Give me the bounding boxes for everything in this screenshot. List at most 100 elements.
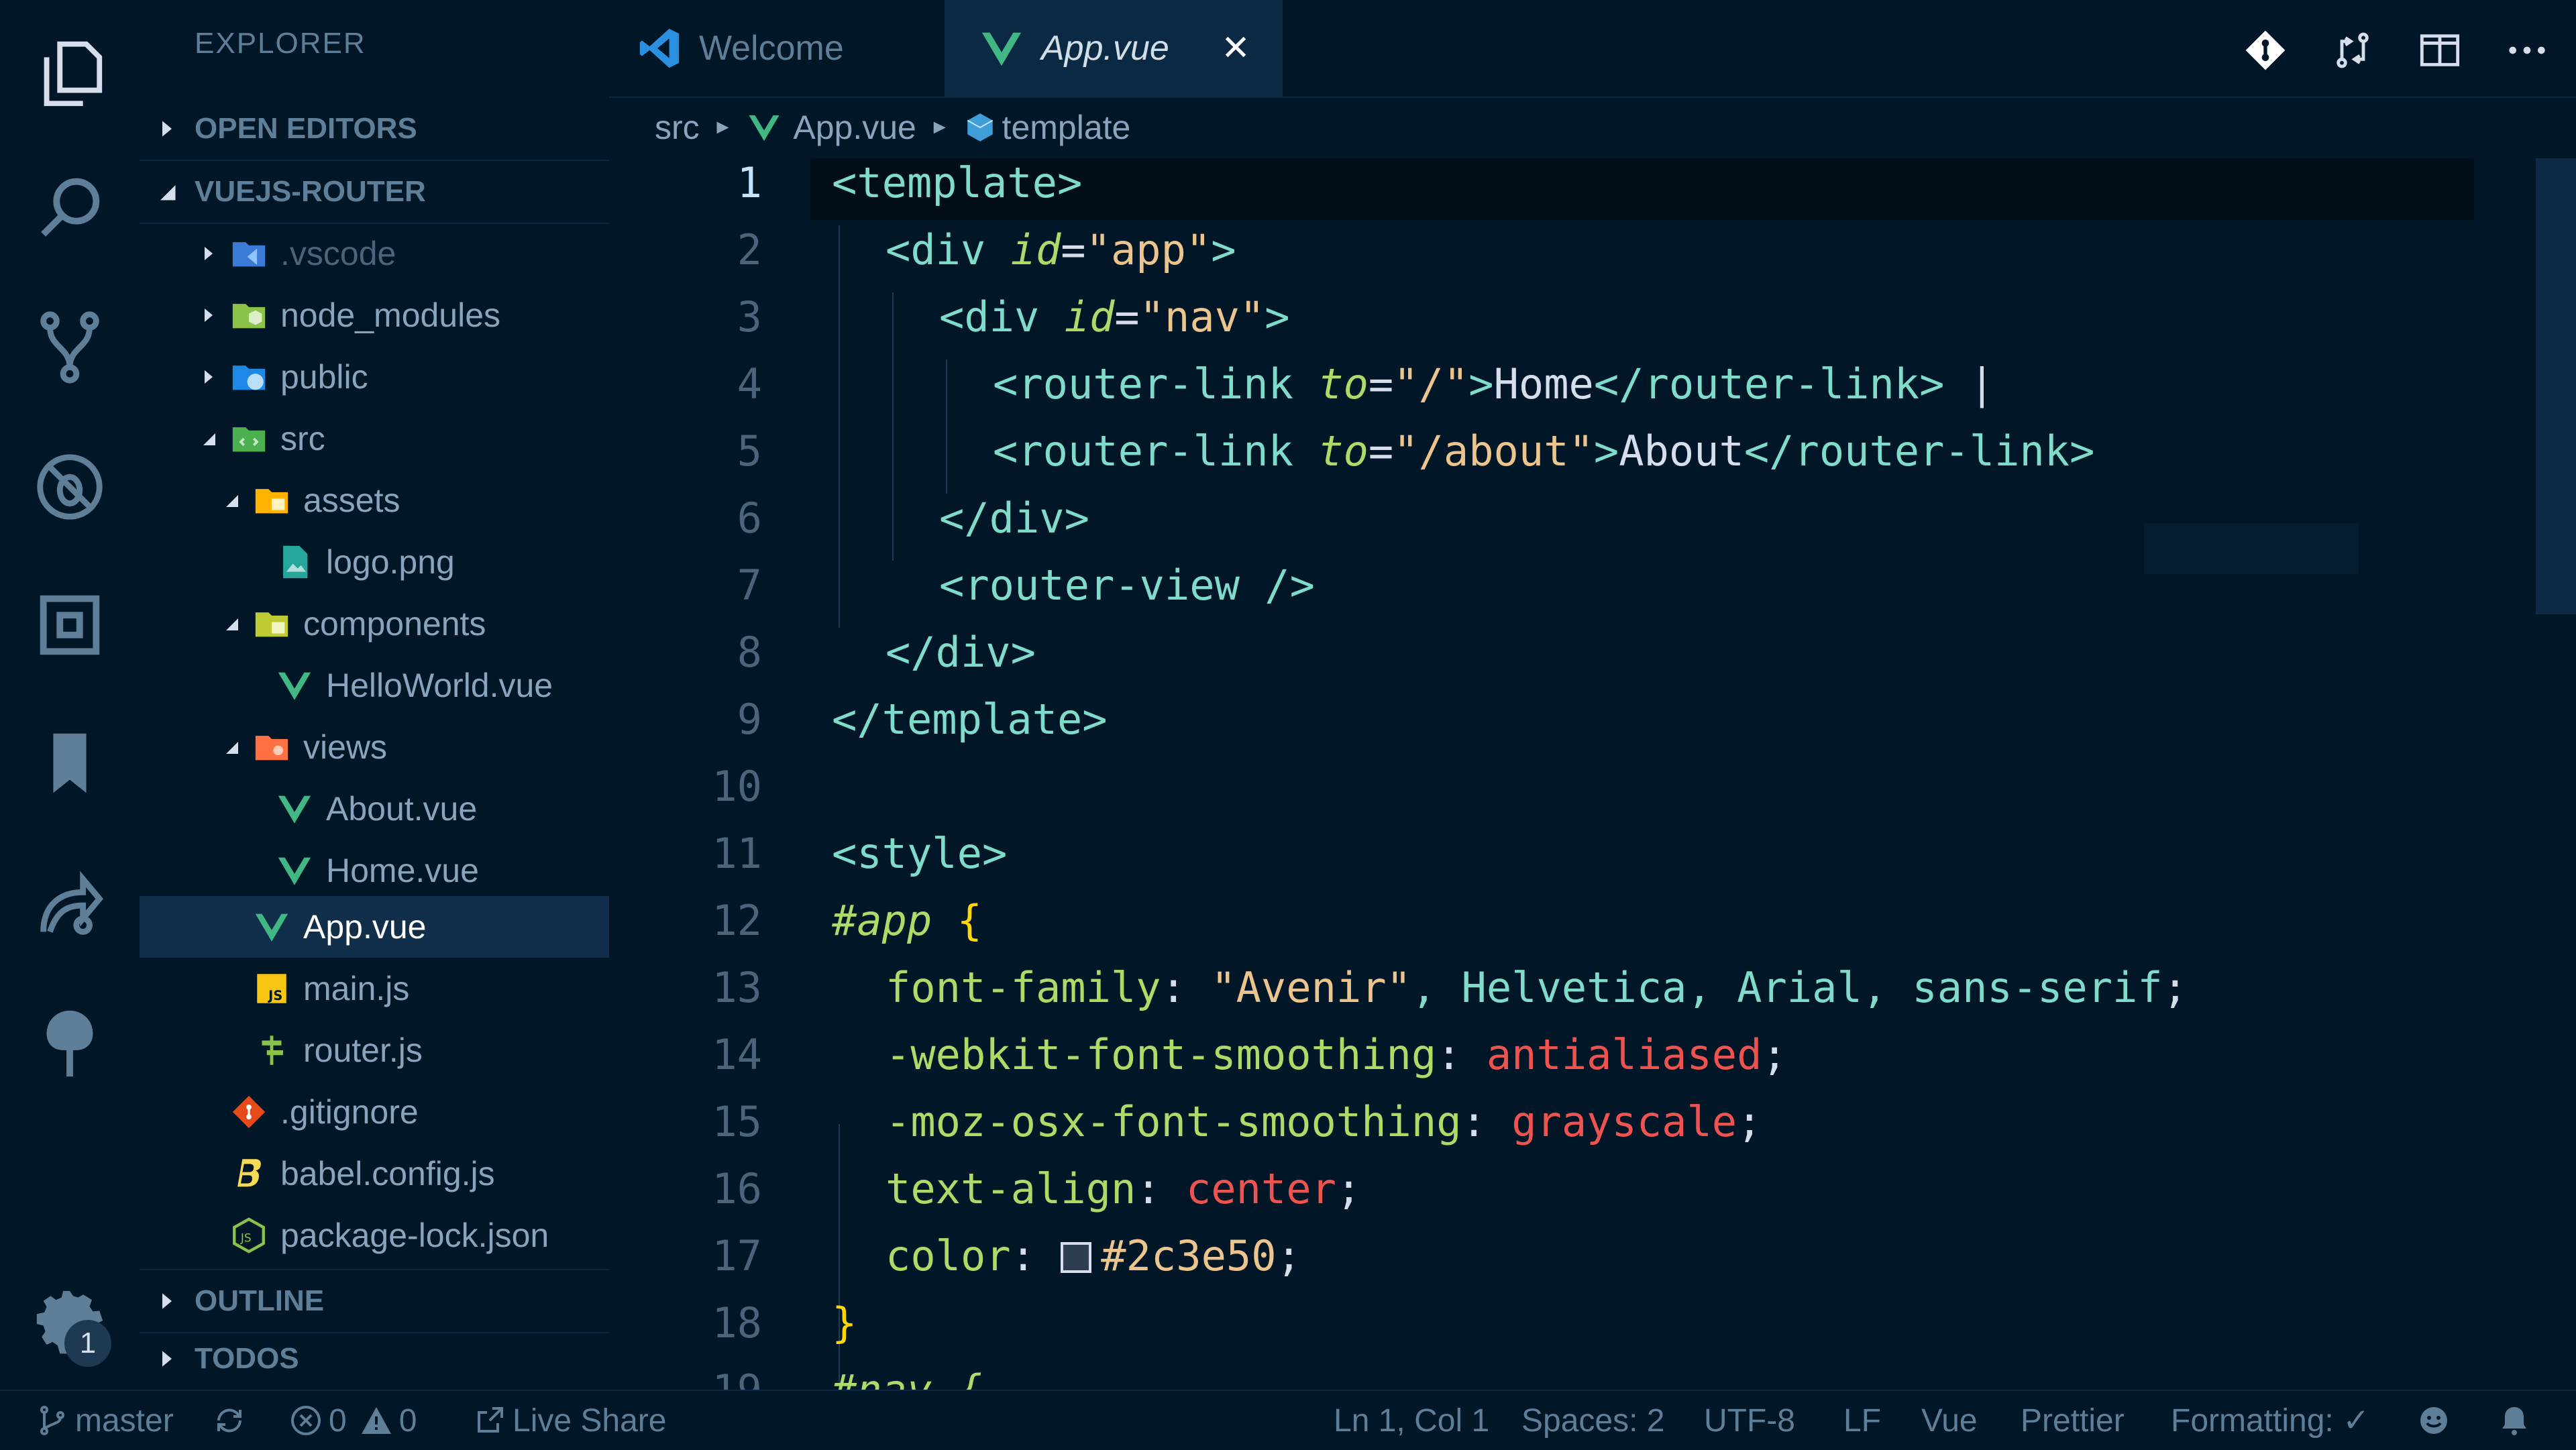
- breadcrumb-src[interactable]: src: [655, 108, 700, 147]
- code-line: }: [832, 1298, 857, 1347]
- tab-welcome[interactable]: Welcome: [636, 0, 951, 97]
- tab-app-vue[interactable]: App.vue ✕: [945, 0, 1283, 97]
- indent-guide: [946, 359, 947, 494]
- tree-item-assets[interactable]: assets: [140, 469, 690, 531]
- tree-item-src[interactable]: src: [140, 408, 667, 469]
- vue-file-icon: [275, 666, 314, 705]
- editor-scrollbar[interactable]: [2536, 158, 2576, 614]
- breadcrumb-symbol[interactable]: template: [1002, 108, 1131, 147]
- color-swatch[interactable]: [1061, 1242, 1092, 1273]
- live-share-label: Live Share: [513, 1402, 667, 1439]
- tree-item-label: App.vue: [303, 908, 427, 946]
- tree-item-vscode[interactable]: .vscode: [140, 223, 667, 284]
- line-number: 7: [737, 561, 762, 610]
- chevron-right-icon: ►: [712, 116, 733, 138]
- vue-file-icon: [749, 115, 780, 142]
- tree-item-label: babel.config.js: [280, 1155, 495, 1192]
- indent-guide: [839, 225, 840, 628]
- live-share-icon: [478, 1407, 503, 1433]
- tree-item-label: .gitignore: [280, 1093, 419, 1131]
- activity-bar: [0, 0, 140, 1390]
- breadcrumb: src ► App.vue ► template: [609, 98, 2555, 157]
- code-line: -webkit-font-smoothing: antialiased;: [885, 1030, 1787, 1079]
- tree-icon[interactable]: [23, 997, 117, 1091]
- code-line: <style>: [832, 829, 1008, 878]
- live-share-button[interactable]: Live Share: [474, 1391, 666, 1450]
- debug-icon[interactable]: [23, 440, 117, 534]
- encoding[interactable]: UTF-8: [1704, 1391, 1795, 1450]
- line-number: 2: [737, 225, 762, 274]
- code-editor[interactable]: 1 2 3 4 5 6 7 8 9 10 11 12 13 14 15 16 1…: [609, 158, 2534, 1390]
- live-share-icon[interactable]: [23, 858, 117, 952]
- indent-guide: [839, 1124, 840, 1390]
- line-number: 13: [712, 963, 762, 1012]
- line-number: 5: [737, 427, 762, 476]
- chevron-right-icon: [197, 242, 220, 265]
- node-folder-icon: [229, 296, 268, 335]
- language-mode[interactable]: Vue: [1921, 1391, 1978, 1450]
- chevron-right-icon: [197, 366, 220, 388]
- vue-file-icon: [275, 789, 314, 828]
- extensions-icon[interactable]: [23, 578, 117, 672]
- chevron-down-icon: [220, 489, 243, 512]
- tree-item-public[interactable]: public: [140, 346, 667, 408]
- bookmarks-icon[interactable]: [23, 716, 117, 810]
- line-ending[interactable]: LF: [1843, 1391, 1881, 1450]
- tree-item-label: main.js: [303, 970, 410, 1007]
- code-line: color: #2c3e50;: [885, 1231, 1301, 1280]
- tree-item-label: .vscode: [280, 235, 396, 272]
- formatting-status[interactable]: Formatting: ✓: [2171, 1391, 2369, 1450]
- router-file-icon: [252, 1031, 291, 1070]
- sync-button[interactable]: [213, 1391, 252, 1450]
- chevron-down-icon: [220, 736, 243, 759]
- prettier-status[interactable]: Prettier: [2021, 1391, 2125, 1450]
- line-number: 14: [712, 1030, 762, 1079]
- code-line: <router-link to="/">Home</router-link> |: [993, 359, 1995, 408]
- assets-folder-icon: [252, 481, 291, 520]
- compare-changes-icon[interactable]: [2329, 27, 2376, 74]
- image-file-icon: [275, 543, 314, 581]
- split-editor-icon[interactable]: [2416, 27, 2463, 74]
- components-folder-icon: [252, 604, 291, 643]
- cursor-position[interactable]: Ln 1, Col 1: [1334, 1391, 1489, 1450]
- symbol-icon: [967, 113, 993, 142]
- vue-file-icon: [981, 32, 1022, 66]
- close-icon[interactable]: ✕: [1217, 30, 1254, 67]
- indentation[interactable]: Spaces: 2: [1521, 1391, 1664, 1450]
- line-number: 19: [609, 1365, 762, 1390]
- tree-item-label: components: [303, 605, 486, 643]
- outline-header[interactable]: OUTLINE: [140, 1269, 609, 1333]
- todos-header[interactable]: TODOS: [140, 1328, 609, 1390]
- line-number: 18: [712, 1298, 762, 1347]
- tree-item-node-modules[interactable]: node_modules: [140, 284, 667, 346]
- tree-item-components[interactable]: components: [140, 593, 690, 655]
- feedback-smiley-icon[interactable]: [2418, 1391, 2457, 1450]
- chevron-right-icon: [197, 304, 220, 327]
- code-line: <div id="nav">: [939, 292, 1290, 341]
- tree-item-label: Home.vue: [326, 852, 479, 889]
- problems-indicator[interactable]: 0 0: [290, 1391, 417, 1450]
- status-bar: master 0 0 Live Share Ln 1, Col 1 Spaces…: [0, 1390, 2576, 1450]
- branch-indicator[interactable]: master: [36, 1391, 174, 1450]
- breadcrumb-file[interactable]: App.vue: [793, 108, 916, 147]
- project-header[interactable]: VUEJS-ROUTER: [140, 161, 609, 224]
- search-icon[interactable]: [23, 161, 117, 255]
- vscode-logo-icon: [639, 28, 680, 68]
- babel-file-icon: [229, 1154, 268, 1193]
- project-label: VUEJS-ROUTER: [195, 175, 426, 208]
- notifications-bell-icon[interactable]: [2498, 1391, 2537, 1450]
- more-actions-icon[interactable]: [2504, 27, 2551, 74]
- code-line: text-align: center;: [885, 1164, 1362, 1213]
- open-editors-header[interactable]: OPEN EDITORS: [140, 98, 609, 161]
- explorer-icon[interactable]: [23, 27, 117, 121]
- code-line: -moz-osx-font-smoothing: grayscale;: [885, 1097, 1762, 1146]
- git-branch-icon[interactable]: [2242, 27, 2289, 74]
- tree-item-views[interactable]: views: [140, 716, 690, 778]
- code-line: <template>: [832, 158, 1083, 207]
- tree-item-label: views: [303, 728, 388, 766]
- chevron-down-icon: [220, 612, 243, 635]
- source-control-icon[interactable]: [23, 300, 117, 394]
- line-number: 11: [712, 829, 762, 878]
- branch-name: master: [75, 1402, 174, 1439]
- todos-label: TODOS: [195, 1342, 299, 1375]
